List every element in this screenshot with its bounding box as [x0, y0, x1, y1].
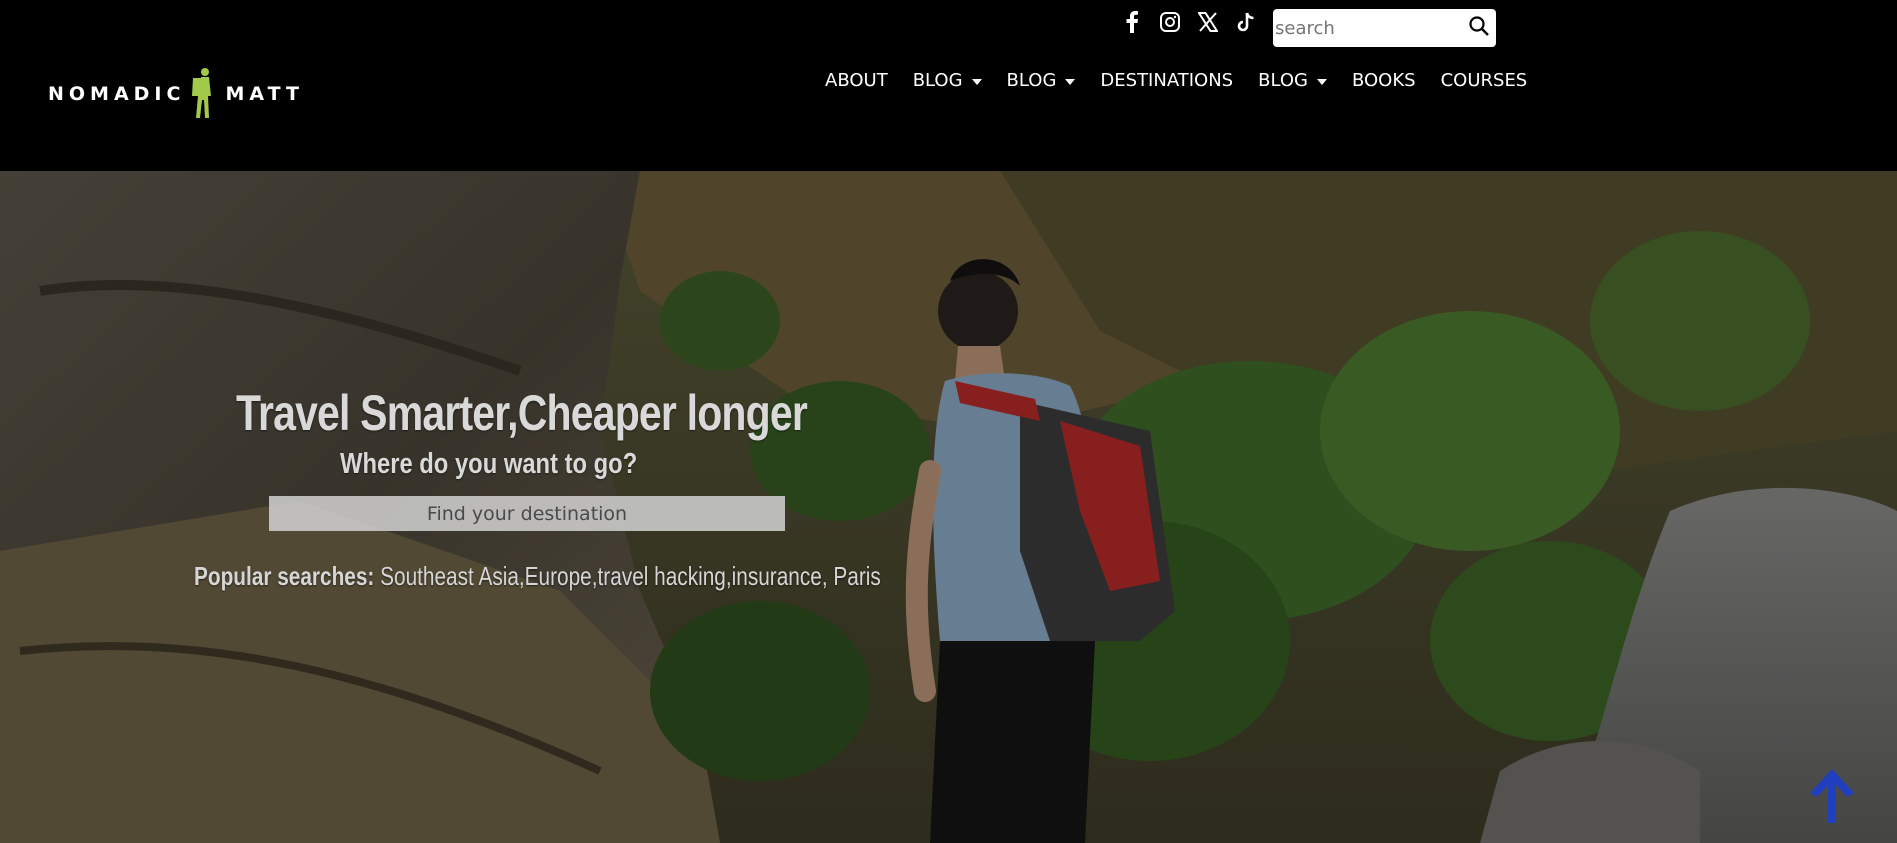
social-links [1120, 10, 1258, 34]
nav-item-label: BLOG [1006, 70, 1057, 91]
nav-item-blog-2[interactable]: BLOG [1007, 70, 1076, 91]
search-icon[interactable] [1468, 15, 1490, 37]
backpacker-logo-icon [192, 68, 212, 118]
nav-item-label: BLOG [912, 70, 963, 91]
caret-down-icon [971, 78, 982, 85]
main-nav: ABOUT BLOG BLOG DESTINATIONS BLOG BOOKS … [825, 70, 1552, 91]
nav-item-label: ABOUT [825, 70, 888, 91]
facebook-icon[interactable] [1120, 10, 1144, 34]
tiktok-icon[interactable] [1234, 10, 1258, 34]
nav-item-destinations[interactable]: DESTINATIONS [1100, 70, 1233, 91]
nav-item-label: COURSES [1440, 70, 1528, 91]
search-input[interactable] [1275, 11, 1455, 45]
logo-text-left: NOMADIC [48, 83, 186, 105]
hero-headline: Travel Smarter,Cheaper longer [236, 385, 808, 441]
site-logo[interactable]: NOMADIC MATT [48, 66, 304, 122]
nav-item-courses[interactable]: COURSES [1441, 70, 1528, 91]
popular-searches-links[interactable]: Southeast Asia,Europe,travel hacking,ins… [380, 561, 881, 591]
x-twitter-icon[interactable] [1196, 10, 1220, 34]
caret-down-icon [1065, 78, 1076, 85]
nav-item-books[interactable]: BOOKS [1352, 70, 1416, 91]
header-search [1273, 9, 1496, 47]
nav-item-blog-1[interactable]: BLOG [913, 70, 982, 91]
instagram-icon[interactable] [1158, 10, 1182, 34]
nav-item-label: BLOG [1258, 70, 1308, 91]
back-to-top-arrow-icon[interactable] [1806, 765, 1858, 825]
nav-item-blog-3[interactable]: BLOG [1258, 70, 1327, 91]
nav-item-label: BOOKS [1351, 70, 1416, 91]
site-header: NOMADIC MATT ABOUT BLOG BLOG DESTINATION… [0, 0, 1897, 171]
nav-item-about[interactable]: ABOUT [825, 70, 888, 91]
logo-text-right: MATT [225, 83, 304, 105]
popular-searches: Popular searches: Southeast Asia,Europe,… [194, 561, 881, 592]
destination-search-input[interactable] [269, 496, 785, 531]
popular-searches-label: Popular searches: [194, 561, 375, 591]
nav-item-label: DESTINATIONS [1100, 70, 1234, 91]
hero-section: Travel Smarter,Cheaper longer Where do y… [0, 171, 1897, 843]
caret-down-icon [1316, 78, 1327, 85]
hero-subheadline: Where do you want to go? [340, 448, 638, 480]
